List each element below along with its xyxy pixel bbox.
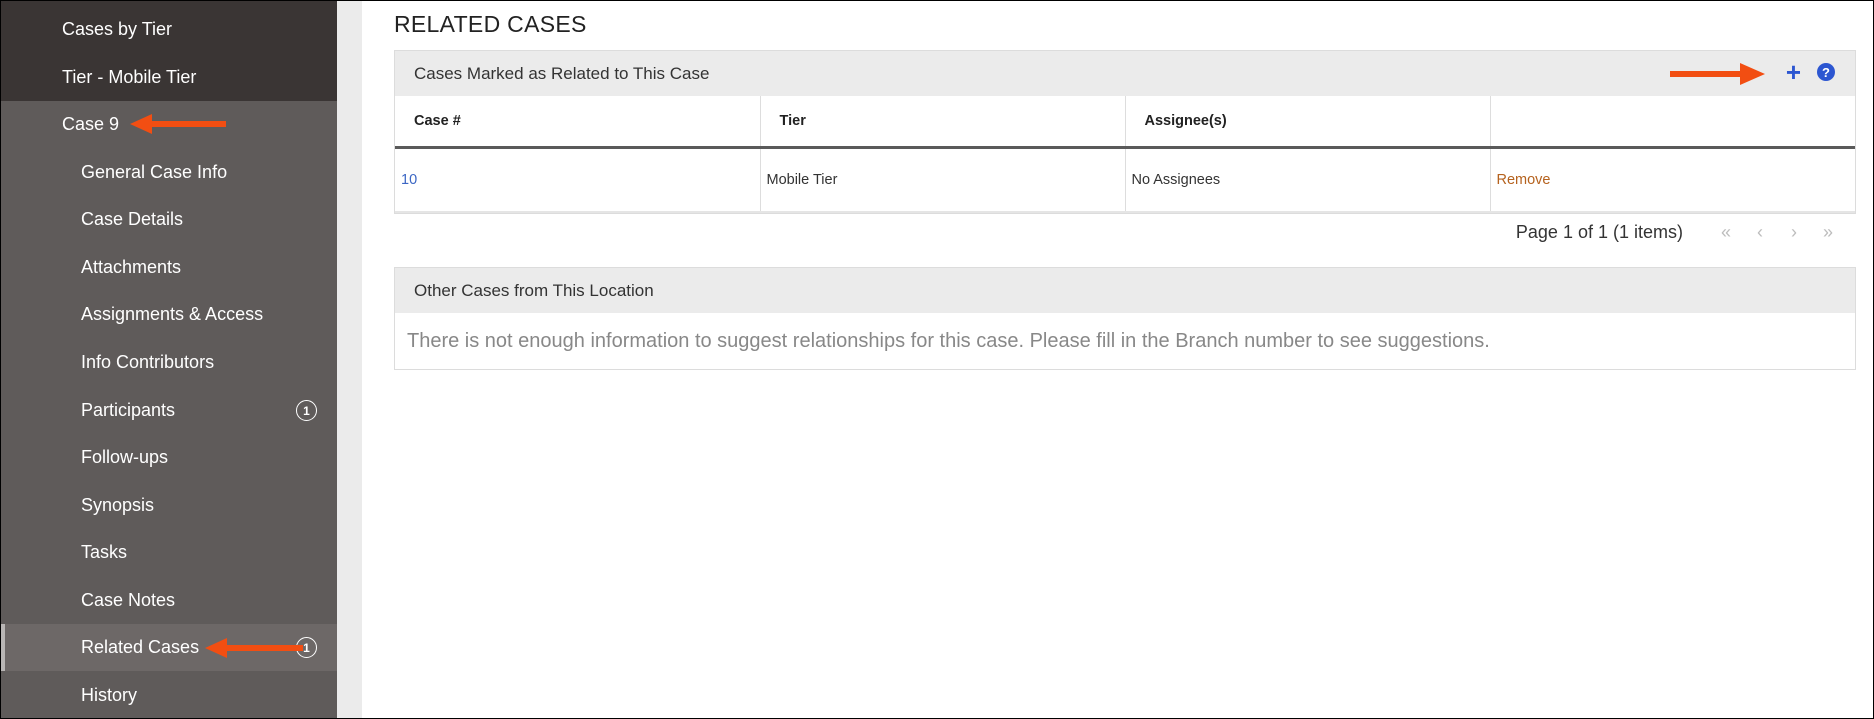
table-header-row: Case # Tier Assignee(s)	[395, 96, 1855, 149]
column-header-case-number[interactable]: Case #	[395, 96, 761, 149]
sidebar-item-info-contributors[interactable]: Info Contributors	[1, 339, 337, 386]
sidebar-item-label: Case Details	[81, 209, 184, 229]
column-header-actions	[1490, 96, 1855, 149]
related-cases-table: Case # Tier Assignee(s) 10 Mobile Tier N…	[395, 96, 1855, 213]
annotation-arrow-left	[205, 638, 303, 658]
annotation-arrow-left	[130, 114, 226, 134]
sidebar-item-general-case-info[interactable]: General Case Info	[1, 149, 337, 196]
main-content: RELATED CASES Cases Marked as Related to…	[362, 1, 1872, 718]
annotation-arrow-right	[1670, 63, 1765, 85]
sidebar-item-label: Case Notes	[81, 590, 176, 610]
sidebar-item-assignments-access[interactable]: Assignments & Access	[1, 291, 337, 338]
assignees-cell: No Assignees	[1125, 147, 1491, 213]
sidebar-breadcrumb-tier[interactable]: Tier - Mobile Tier	[1, 54, 337, 101]
sidebar-item-label: Cases by Tier	[62, 19, 173, 39]
plus-icon[interactable]: +	[1786, 59, 1801, 85]
panel-header: Cases Marked as Related to This Case + ?	[395, 51, 1855, 96]
sidebar-item-follow-ups[interactable]: Follow-ups	[1, 434, 337, 481]
sidebar-item-label: History	[81, 685, 138, 705]
sidebar-item-label: Participants	[81, 400, 176, 420]
count-badge: 1	[296, 400, 317, 421]
panel-header: Other Cases from This Location	[395, 268, 1855, 313]
panel-toolbar: + ?	[1786, 59, 1835, 85]
tier-cell: Mobile Tier	[760, 147, 1126, 213]
case-number-link[interactable]: 10	[401, 172, 417, 188]
sidebar-item-case-details[interactable]: Case Details	[1, 196, 337, 243]
column-header-assignees[interactable]: Assignee(s)	[1125, 96, 1491, 149]
sidebar: Cases by Tier Tier - Mobile Tier Case 9 …	[1, 1, 337, 718]
sidebar-item-history[interactable]: History	[1, 672, 337, 719]
table-row: 10 Mobile Tier No Assignees Remove	[395, 147, 1855, 213]
pagination: Page 1 of 1 (1 items) « ‹ › »	[1516, 222, 1845, 243]
last-page-icon[interactable]: »	[1811, 222, 1845, 243]
page-title: RELATED CASES	[394, 11, 587, 37]
sidebar-item-label: Tier - Mobile Tier	[62, 67, 197, 87]
sidebar-item-label: General Case Info	[81, 162, 228, 182]
sidebar-item-label: Follow-ups	[81, 447, 169, 467]
sidebar-item-participants[interactable]: Participants 1	[1, 387, 337, 434]
sidebar-item-synopsis[interactable]: Synopsis	[1, 482, 337, 529]
sidebar-item-label: Attachments	[81, 257, 182, 277]
panel-title: Cases Marked as Related to This Case	[414, 63, 710, 83]
pagination-summary: Page 1 of 1 (1 items)	[1515, 222, 1683, 242]
sidebar-item-label: Related Cases	[81, 637, 200, 657]
action-cell: Remove	[1490, 147, 1855, 213]
sidebar-item-case-notes[interactable]: Case Notes	[1, 577, 337, 624]
prev-page-icon[interactable]: ‹	[1743, 222, 1777, 243]
remove-link[interactable]: Remove	[1497, 172, 1551, 188]
panel-title: Other Cases from This Location	[414, 280, 654, 300]
other-cases-panel: Other Cases from This Location There is …	[394, 267, 1856, 370]
question-circle-icon[interactable]: ?	[1817, 63, 1835, 81]
sidebar-gutter	[337, 1, 362, 718]
first-page-icon[interactable]: «	[1709, 222, 1743, 243]
sidebar-item-label: Tasks	[81, 542, 128, 562]
empty-state-message: There is not enough information to sugge…	[407, 329, 1490, 352]
sidebar-item-label: Info Contributors	[81, 352, 215, 372]
sidebar-item-tasks[interactable]: Tasks	[1, 529, 337, 576]
sidebar-item-label: Assignments & Access	[81, 304, 264, 324]
sidebar-item-attachments[interactable]: Attachments	[1, 244, 337, 291]
column-header-tier[interactable]: Tier	[760, 96, 1126, 149]
related-cases-panel: Cases Marked as Related to This Case + ?…	[394, 50, 1856, 214]
case-number-cell: 10	[395, 147, 761, 213]
sidebar-breadcrumb-cases-by-tier[interactable]: Cases by Tier	[1, 6, 337, 53]
sidebar-item-label: Synopsis	[81, 495, 155, 515]
next-page-icon[interactable]: ›	[1777, 222, 1811, 243]
sidebar-item-label: Case 9	[62, 114, 120, 134]
